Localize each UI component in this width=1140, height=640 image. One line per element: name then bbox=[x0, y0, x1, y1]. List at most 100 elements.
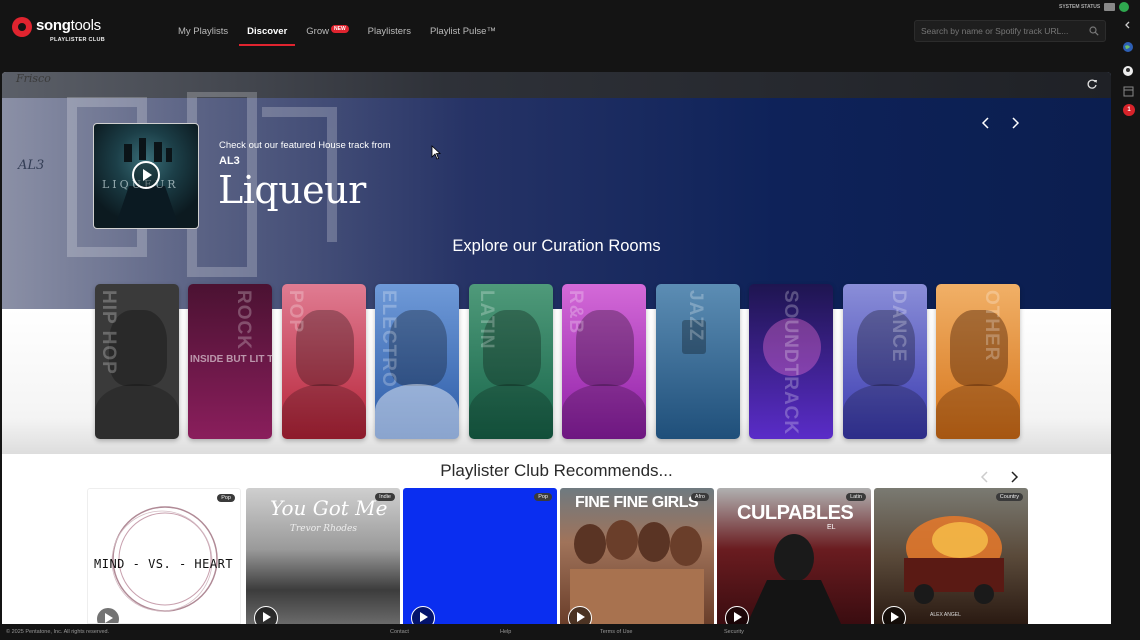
chat-icon[interactable] bbox=[1104, 3, 1115, 11]
room-hip-hop[interactable]: HIP HOP bbox=[95, 284, 179, 439]
room-photo-shadow bbox=[282, 384, 366, 439]
nav-label: Grow bbox=[306, 26, 329, 37]
search-box bbox=[914, 20, 1106, 42]
room-photo-shadow bbox=[843, 384, 927, 439]
logo-mark-icon bbox=[12, 17, 32, 37]
genre-badge: Indie bbox=[375, 493, 395, 501]
location-icon[interactable] bbox=[1121, 64, 1135, 78]
rec-prev-arrow-icon[interactable] bbox=[978, 470, 992, 484]
recommends-heading: Playlister Club Recommends... bbox=[440, 461, 673, 480]
card-art-text: CULPABLES bbox=[737, 502, 854, 524]
globe-icon[interactable] bbox=[1121, 40, 1135, 54]
footer-contact-link[interactable]: Contact bbox=[390, 629, 409, 635]
room-photo-shadow bbox=[95, 384, 179, 439]
room-jazz[interactable]: JAZZ bbox=[656, 284, 740, 439]
genre-badge: Latin bbox=[846, 493, 866, 501]
logo-subtitle: PLAYLISTER CLUB bbox=[50, 37, 106, 43]
featured-artist[interactable]: AL3 bbox=[219, 155, 240, 167]
main-nav: My Playlists Discover Grow NEW Playlister… bbox=[170, 24, 507, 46]
card-play-button[interactable] bbox=[411, 606, 435, 624]
room-label: R&B bbox=[565, 290, 586, 335]
rec-card[interactable]: Pop bbox=[403, 488, 557, 624]
rec-card[interactable]: MIND - VS. - HEART Pop bbox=[87, 488, 241, 624]
card-play-button[interactable] bbox=[882, 606, 906, 624]
nav-grow[interactable]: Grow NEW bbox=[298, 24, 356, 46]
status-ok-icon[interactable] bbox=[1119, 2, 1129, 12]
room-label: ROCK bbox=[233, 290, 254, 350]
search-icon[interactable] bbox=[1089, 26, 1099, 36]
featured-track-title[interactable]: Liqueur bbox=[218, 168, 366, 212]
refresh-icon[interactable] bbox=[1086, 78, 1098, 90]
room-photo-shadow bbox=[936, 384, 1020, 439]
footer-help-link[interactable]: Help bbox=[500, 629, 511, 635]
collapse-chevron-icon[interactable] bbox=[1121, 18, 1135, 32]
card-play-button[interactable] bbox=[254, 606, 278, 624]
system-status-label[interactable]: SYSTEM STATUS bbox=[1059, 4, 1100, 10]
room-label: JAZZ bbox=[685, 290, 706, 342]
nav-discover[interactable]: Discover bbox=[239, 24, 296, 46]
panel-icon[interactable] bbox=[1121, 84, 1135, 98]
footer-security-link[interactable]: Security bbox=[724, 629, 744, 635]
room-label: LATIN bbox=[476, 290, 497, 350]
rec-card[interactable]: CULPABLES EL Latin bbox=[717, 488, 871, 624]
footer-terms-link[interactable]: Terms of Use bbox=[600, 629, 632, 635]
recommendations-row: MIND - VS. - HEART Pop You Got Me Trevor… bbox=[87, 488, 1031, 624]
featured-album-art[interactable]: LIQUEUR bbox=[93, 123, 199, 229]
search-input[interactable] bbox=[921, 24, 1081, 38]
rec-next-arrow-icon[interactable] bbox=[1007, 470, 1021, 484]
room-photo-shadow bbox=[562, 384, 646, 439]
nav-playlist-pulse[interactable]: Playlist Pulse™ bbox=[422, 24, 504, 46]
room-label: ELECTRO bbox=[378, 290, 399, 388]
rec-card[interactable]: You Got Me Trevor Rhodes Indie bbox=[246, 488, 400, 624]
curation-rooms-row: HIP HOP ROCK INSIDE BUT LIT TO POP ELECTR… bbox=[95, 284, 1025, 439]
room-photo-shadow bbox=[469, 384, 553, 439]
genre-badge: Afro bbox=[690, 493, 709, 501]
rec-card[interactable]: FINE FINE GIRLS Afro bbox=[560, 488, 714, 624]
room-soundtrack[interactable]: SOUNDTRACK bbox=[749, 284, 833, 439]
hero-prev-arrow-icon[interactable] bbox=[979, 116, 993, 130]
curation-rooms-heading: Explore our Curation Rooms bbox=[452, 237, 661, 255]
footer: © 2025 Pentatone, Inc. All rights reserv… bbox=[0, 624, 1140, 640]
genre-badge: Country bbox=[995, 493, 1023, 501]
nav-label: Playlist Pulse™ bbox=[429, 26, 496, 37]
card-play-button[interactable] bbox=[96, 607, 120, 623]
room-rnb[interactable]: R&B bbox=[562, 284, 646, 439]
room-latin[interactable]: LATIN bbox=[469, 284, 553, 439]
logo-word-bold: song bbox=[36, 17, 71, 34]
nav-my-playlists[interactable]: My Playlists bbox=[170, 24, 236, 46]
room-label: SOUNDTRACK bbox=[780, 290, 801, 436]
room-other[interactable]: OTHER bbox=[936, 284, 1020, 439]
card-art-subtext: Trevor Rhodes bbox=[290, 524, 357, 534]
nav-label: Discover bbox=[247, 26, 288, 37]
new-badge: NEW bbox=[331, 25, 349, 33]
room-label: HIP HOP bbox=[98, 290, 119, 375]
genre-badge: Pop bbox=[534, 493, 552, 501]
logo-word-light: tools bbox=[70, 17, 101, 34]
card-art-text: ALEX ANGEL bbox=[930, 612, 961, 618]
card-play-button[interactable] bbox=[725, 606, 749, 624]
songtools-logo[interactable]: songtools PLAYLISTER CLUB bbox=[12, 15, 122, 47]
top-bar: songtools PLAYLISTER CLUB My Playlists D… bbox=[0, 0, 1140, 70]
hero-next-arrow-icon[interactable] bbox=[1008, 116, 1022, 130]
card-play-button[interactable] bbox=[568, 606, 592, 624]
genre-badge: Pop bbox=[217, 494, 235, 502]
room-art-text: INSIDE BUT LIT TO bbox=[190, 354, 272, 365]
featured-hero: Frisco AL3 LIQUEUR Check out our feature… bbox=[2, 72, 1111, 309]
right-rail: 1 bbox=[1117, 14, 1140, 640]
notification-badge[interactable]: 1 bbox=[1123, 104, 1135, 116]
discover-page: Frisco AL3 LIQUEUR Check out our feature… bbox=[2, 72, 1111, 624]
featured-play-button[interactable] bbox=[132, 161, 160, 189]
card-art-subtext: EL bbox=[827, 524, 836, 531]
nav-label: Playlisters bbox=[367, 26, 411, 37]
room-dance[interactable]: DANCE bbox=[843, 284, 927, 439]
card-art-text: FINE FINE GIRLS bbox=[575, 494, 699, 511]
room-label: DANCE bbox=[888, 290, 909, 363]
nav-label: My Playlists bbox=[178, 26, 229, 37]
rec-card[interactable]: ALEX ANGEL Country bbox=[874, 488, 1028, 624]
room-rock[interactable]: ROCK INSIDE BUT LIT TO bbox=[188, 284, 272, 439]
room-pop[interactable]: POP bbox=[282, 284, 366, 439]
wall-tag: AL3 bbox=[18, 158, 45, 173]
room-electro[interactable]: ELECTRO bbox=[375, 284, 459, 439]
hero-watermark: Frisco bbox=[16, 72, 51, 85]
nav-playlisters[interactable]: Playlisters bbox=[360, 24, 419, 46]
